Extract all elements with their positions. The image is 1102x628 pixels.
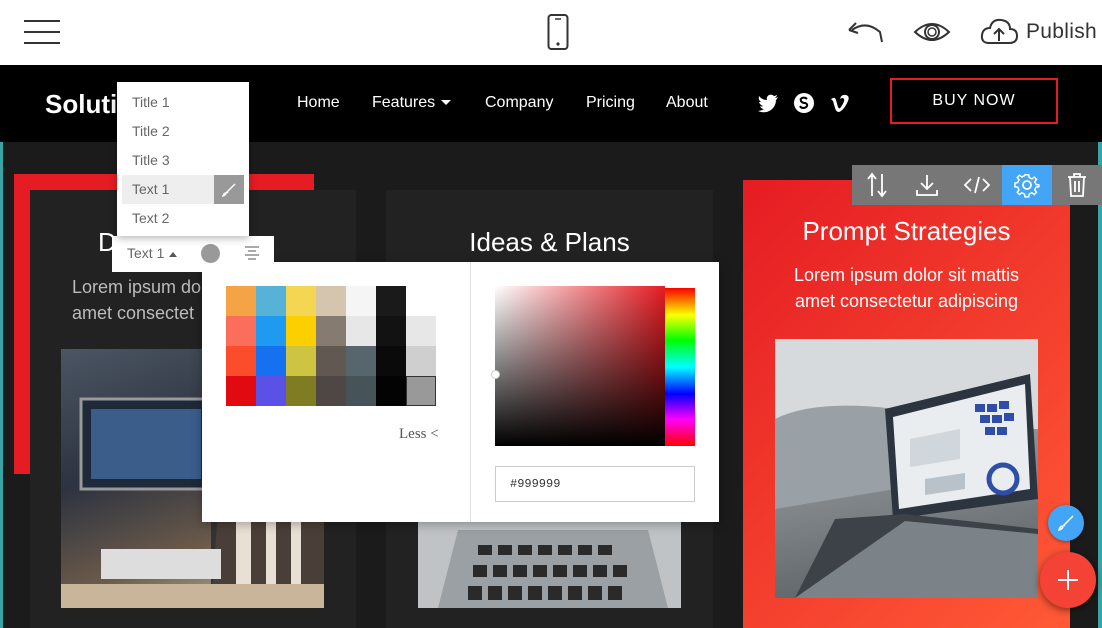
menu-icon[interactable] bbox=[24, 18, 60, 46]
align-center-icon[interactable] bbox=[244, 246, 260, 260]
color-swatch[interactable] bbox=[376, 316, 406, 346]
color-swatch[interactable] bbox=[256, 376, 286, 406]
nav-pricing[interactable]: Pricing bbox=[586, 94, 635, 112]
text-style-option-title-2[interactable]: Title 2 bbox=[117, 117, 249, 146]
color-swatch[interactable] bbox=[406, 316, 436, 346]
plus-icon bbox=[1058, 570, 1078, 590]
color-swatch[interactable] bbox=[256, 316, 286, 346]
color-swatch[interactable] bbox=[226, 376, 256, 406]
chevron-down-icon bbox=[441, 100, 452, 106]
site-brand[interactable]: Soluti bbox=[45, 89, 117, 120]
color-swatch[interactable] bbox=[406, 376, 436, 406]
text-format-toolbar: Text 1 bbox=[112, 236, 274, 272]
publish-button[interactable]: Publish bbox=[980, 16, 1097, 48]
text-style-dropdown: Title 1 Title 2 Title 3 Text 1 Text 2 bbox=[117, 82, 249, 236]
brush-icon[interactable] bbox=[214, 175, 244, 204]
card-3-title[interactable]: Prompt Strategies bbox=[743, 216, 1070, 247]
saturation-value-area[interactable] bbox=[491, 286, 665, 446]
cloud-upload-icon bbox=[980, 18, 1018, 44]
publish-label: Publish bbox=[1026, 20, 1097, 43]
buy-now-button[interactable]: BUY NOW bbox=[890, 78, 1058, 124]
nav-company[interactable]: Company bbox=[485, 94, 553, 112]
delete-trash-icon[interactable] bbox=[1052, 165, 1102, 205]
section-border-left bbox=[0, 142, 3, 628]
color-swatch[interactable] bbox=[226, 316, 256, 346]
chevron-up-icon bbox=[169, 251, 178, 257]
color-swatch-grid bbox=[226, 286, 436, 406]
style-brush-button[interactable] bbox=[1048, 505, 1084, 541]
nav-features-label: Features bbox=[372, 94, 436, 111]
hex-color-input[interactable]: #999999 bbox=[495, 466, 695, 502]
color-swatch[interactable] bbox=[316, 286, 346, 316]
add-block-button[interactable] bbox=[1040, 552, 1096, 608]
nav-about[interactable]: About bbox=[666, 94, 708, 112]
color-swatch[interactable] bbox=[376, 346, 406, 376]
card-3-text[interactable]: Lorem ipsum dolor sit mattis amet consec… bbox=[743, 262, 1070, 314]
text-style-option-title-1[interactable]: Title 1 bbox=[117, 88, 249, 117]
settings-gear-icon[interactable] bbox=[1002, 165, 1052, 205]
text-style-option-text-1[interactable]: Text 1 bbox=[122, 175, 244, 204]
color-swatch[interactable] bbox=[226, 286, 256, 316]
text-style-select-label: Text 1 bbox=[127, 245, 165, 261]
color-swatch[interactable] bbox=[406, 346, 436, 376]
less-colors-button[interactable]: Less < bbox=[399, 426, 439, 443]
code-icon[interactable] bbox=[952, 165, 1002, 205]
section-border-right bbox=[1098, 142, 1102, 628]
undo-icon[interactable] bbox=[846, 18, 886, 46]
color-swatch[interactable] bbox=[286, 286, 316, 316]
text-style-option-title-3[interactable]: Title 3 bbox=[117, 146, 249, 175]
color-swatch[interactable] bbox=[316, 316, 346, 346]
card-2-image[interactable] bbox=[418, 520, 681, 608]
editor-toolbar: Publish bbox=[0, 0, 1102, 65]
color-swatch[interactable] bbox=[256, 346, 286, 376]
text-style-option-text-2[interactable]: Text 2 bbox=[117, 204, 249, 233]
block-toolbar bbox=[852, 165, 1102, 205]
buy-now-label: BUY NOW bbox=[932, 92, 1016, 109]
color-picker-panel: Less < #999999 bbox=[202, 262, 719, 522]
brush-icon bbox=[1057, 515, 1074, 532]
color-swatch[interactable] bbox=[316, 346, 346, 376]
skype-icon[interactable] bbox=[793, 92, 815, 114]
color-swatch[interactable] bbox=[376, 376, 406, 406]
nav-home[interactable]: Home bbox=[297, 94, 340, 112]
mobile-view-icon[interactable] bbox=[547, 14, 569, 50]
feature-card-3: Prompt Strategies Lorem ipsum dolor sit … bbox=[743, 180, 1070, 628]
picker-divider bbox=[470, 262, 471, 522]
move-block-icon[interactable] bbox=[852, 165, 902, 205]
preview-eye-icon[interactable] bbox=[913, 18, 951, 46]
color-swatch[interactable] bbox=[346, 316, 376, 346]
text-color-button[interactable] bbox=[201, 244, 220, 263]
hue-slider[interactable] bbox=[665, 288, 695, 446]
card-2-title[interactable]: Ideas & Plans bbox=[386, 227, 713, 258]
text-style-select[interactable]: Text 1 bbox=[127, 245, 178, 261]
saturation-handle[interactable] bbox=[491, 370, 500, 379]
color-swatch[interactable] bbox=[346, 376, 376, 406]
download-icon[interactable] bbox=[902, 165, 952, 205]
card-3-image[interactable] bbox=[775, 339, 1038, 598]
text-style-option-text-1-label: Text 1 bbox=[132, 181, 170, 197]
color-swatch[interactable] bbox=[286, 316, 316, 346]
color-swatch[interactable] bbox=[346, 346, 376, 376]
color-swatch[interactable] bbox=[286, 376, 316, 406]
color-swatch[interactable] bbox=[316, 376, 346, 406]
color-swatch[interactable] bbox=[286, 346, 316, 376]
color-swatch[interactable] bbox=[376, 286, 406, 316]
vimeo-icon[interactable] bbox=[829, 92, 851, 114]
color-swatch[interactable] bbox=[226, 346, 256, 376]
nav-features[interactable]: Features bbox=[372, 94, 452, 112]
color-swatch[interactable] bbox=[256, 286, 286, 316]
color-swatch[interactable] bbox=[346, 286, 376, 316]
twitter-icon[interactable] bbox=[757, 92, 779, 114]
